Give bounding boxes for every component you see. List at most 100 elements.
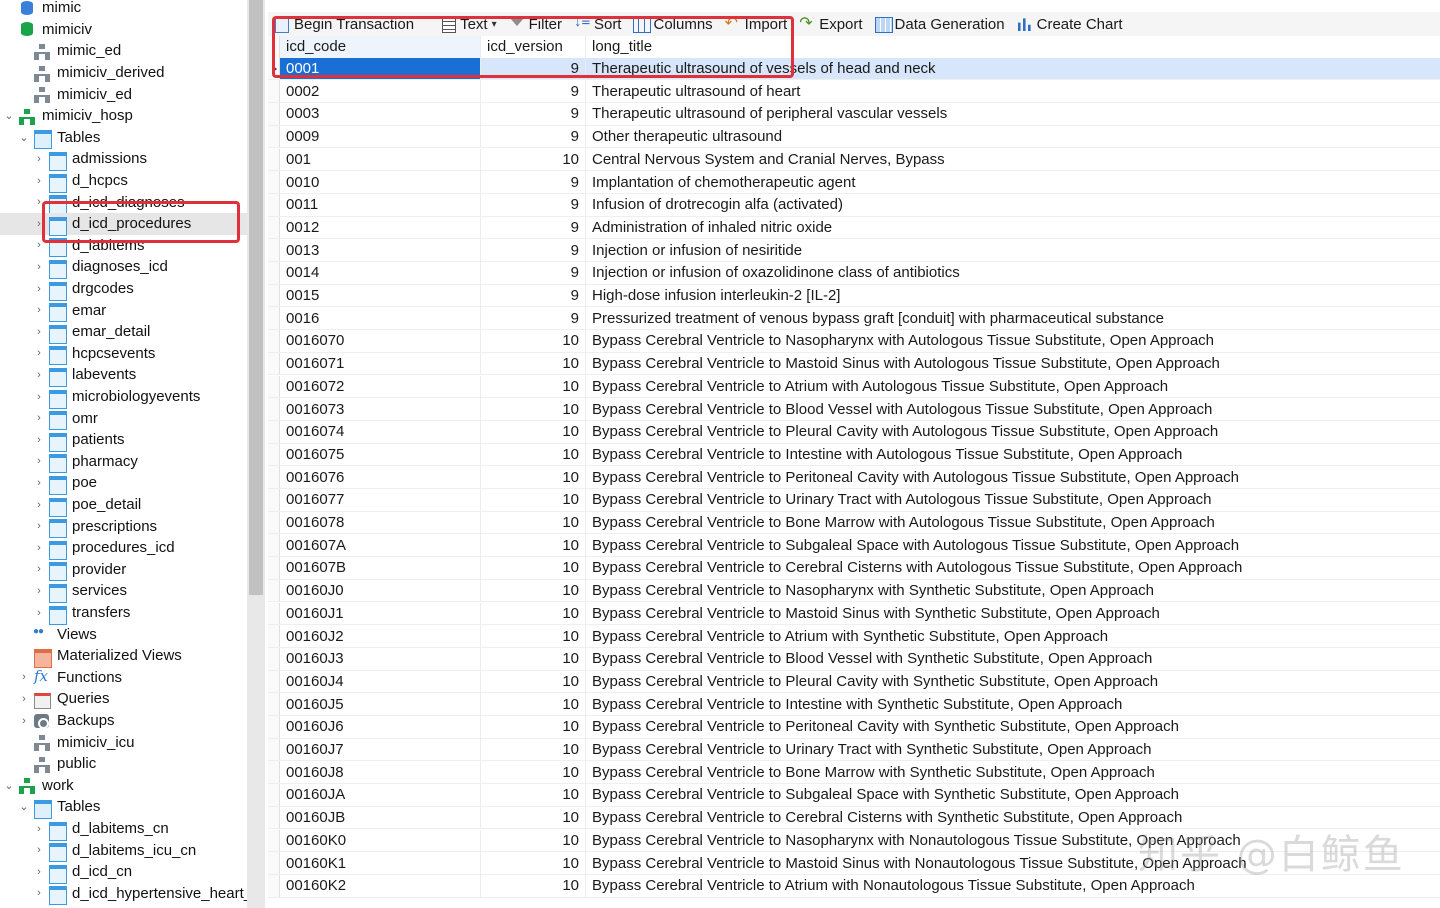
cell-icd-code[interactable]: 0016070 [280, 330, 481, 352]
table-row[interactable]: 00160JA 10 Bypass Cerebral Ventricle to Su… [268, 784, 1440, 807]
cell-icd-code[interactable]: 0014 [280, 262, 481, 284]
sidebar-item-mimiciv-icu[interactable]: mimiciv_icu [0, 731, 247, 753]
table-row[interactable]: 0001 9 Therapeutic ultrasound of vessels o… [268, 57, 1440, 81]
sidebar-item-emar[interactable]: › emar [0, 299, 247, 323]
cell-icd-code[interactable]: 0002 [280, 80, 481, 103]
cell-icd-code[interactable]: 00160J0 [280, 579, 481, 602]
cell-icd-code[interactable]: 0016076 [280, 466, 481, 488]
chevron-right-icon[interactable]: › [32, 519, 46, 533]
cell-icd-code[interactable]: 00160K0 [280, 829, 481, 852]
cell-icd-code[interactable]: 00160J6 [280, 716, 481, 738]
chevron-down-icon[interactable]: ⌄ [17, 130, 31, 144]
cell-icd-version[interactable]: 9 [481, 171, 586, 193]
row-marker[interactable] [268, 579, 280, 602]
columns-button[interactable]: Columns [633, 13, 713, 35]
table-row[interactable]: 0013 9 Injection or infusion of nesiritide [268, 239, 1440, 262]
cell-icd-version[interactable]: 10 [481, 420, 586, 443]
sidebar-item-mimiciv-derived[interactable]: mimiciv_derived [0, 62, 247, 84]
cell-long-title[interactable]: Bypass Cerebral Ventricle to Urinary Tra… [586, 739, 1440, 761]
cell-icd-code[interactable]: 00160J7 [280, 738, 481, 761]
table-row[interactable]: 00160J4 10 Bypass Cerebral Ventricle to Pl… [268, 670, 1440, 694]
sidebar-item-d-icd-procedures[interactable]: › d_icd_procedures [0, 213, 247, 236]
row-marker[interactable] [268, 443, 280, 466]
chevron-right-icon[interactable]: › [32, 195, 46, 209]
cell-icd-version[interactable]: 10 [481, 874, 586, 897]
sidebar-item-d-labitems-icu-cn[interactable]: › d_labitems_icu_cn [0, 839, 247, 863]
table-row[interactable]: 0016071 10 Bypass Cerebral Ventricle to Ma… [268, 352, 1440, 376]
cell-icd-version[interactable]: 9 [481, 284, 586, 307]
row-marker[interactable] [268, 557, 280, 579]
cell-icd-version[interactable]: 9 [481, 307, 586, 330]
chevron-right-icon[interactable]: › [32, 822, 46, 836]
table-row[interactable]: 0012 9 Administration of inhaled nitric ox… [268, 216, 1440, 240]
cell-icd-code[interactable]: 00160J1 [280, 602, 481, 625]
sidebar-scrollbar-thumb[interactable] [249, 0, 263, 595]
cell-icd-code[interactable]: 0012 [280, 216, 481, 239]
cell-long-title[interactable]: Bypass Cerebral Ventricle to Bone Marrow… [586, 512, 1440, 534]
cell-icd-code[interactable]: 0016 [280, 307, 481, 330]
cell-icd-version[interactable]: 9 [481, 57, 586, 80]
cell-long-title[interactable]: Bypass Cerebral Ventricle to Mastoid Sin… [586, 353, 1440, 375]
chevron-down-icon[interactable]: ⌄ [17, 800, 31, 814]
sidebar-item-provider[interactable]: › provider [0, 559, 247, 582]
sidebar-item-d-labitems-cn[interactable]: › d_labitems_cn [0, 818, 247, 841]
row-marker[interactable] [268, 670, 280, 693]
cell-long-title[interactable]: Bypass Cerebral Ventricle to Nasopharynx… [586, 580, 1440, 602]
cell-icd-code[interactable]: 00160J2 [280, 625, 481, 647]
sidebar-item-d-labitems[interactable]: › d_labitems [0, 235, 247, 258]
row-marker[interactable] [268, 216, 280, 239]
row-marker[interactable] [268, 262, 280, 284]
row-marker[interactable] [268, 466, 280, 488]
cell-icd-version[interactable]: 10 [481, 670, 586, 693]
chevron-right-icon[interactable]: › [32, 368, 46, 382]
cell-icd-version[interactable]: 10 [481, 443, 586, 466]
cell-icd-code[interactable]: 0009 [280, 125, 481, 148]
table-row[interactable]: 001607B 10 Bypass Cerebral Ventricle to Ce… [268, 557, 1440, 580]
chevron-right-icon[interactable]: › [17, 692, 31, 706]
chevron-right-icon[interactable]: › [32, 886, 46, 900]
filter-button[interactable]: Filter [509, 13, 562, 35]
chevron-down-icon[interactable]: ⌄ [2, 778, 16, 792]
chevron-right-icon[interactable]: › [32, 390, 46, 404]
cell-icd-version[interactable]: 9 [481, 103, 586, 125]
cell-icd-version[interactable]: 10 [481, 738, 586, 761]
cell-long-title[interactable]: Bypass Cerebral Ventricle to Pleural Cav… [586, 421, 1440, 443]
cell-icd-version[interactable]: 10 [481, 852, 586, 874]
row-marker[interactable] [268, 693, 280, 715]
cell-icd-code[interactable]: 00160K2 [280, 874, 481, 897]
sidebar-item-public[interactable]: public [0, 753, 247, 775]
cell-icd-version[interactable]: 10 [481, 625, 586, 647]
cell-icd-code[interactable]: 0001 [280, 57, 481, 80]
chevron-right-icon[interactable]: › [32, 865, 46, 879]
row-marker[interactable] [268, 239, 280, 261]
sidebar-item-backups[interactable]: › Backups [0, 710, 247, 732]
chevron-right-icon[interactable]: › [32, 433, 46, 447]
sort-button[interactable]: Sort [574, 13, 622, 35]
sidebar-item-mimiciv-ed[interactable]: mimiciv_ed [0, 83, 247, 105]
table-row[interactable]: 0010 9 Implantation of chemotherapeutic ag… [268, 171, 1440, 194]
import-button[interactable]: Import [725, 13, 788, 35]
cell-long-title[interactable]: Implantation of chemotherapeutic agent [586, 171, 1440, 193]
row-marker[interactable] [268, 148, 280, 171]
table-row[interactable]: 001 10 Central Nervous System and Cranial … [268, 148, 1440, 172]
cell-icd-version[interactable]: 10 [481, 693, 586, 715]
table-row[interactable]: 00160J8 10 Bypass Cerebral Ventricle to Bo… [268, 761, 1440, 785]
row-marker[interactable] [268, 489, 280, 511]
cell-long-title[interactable]: Bypass Cerebral Ventricle to Cerebral Ci… [586, 557, 1440, 579]
cell-long-title[interactable]: Bypass Cerebral Ventricle to Peritoneal … [586, 716, 1440, 738]
table-row[interactable]: 0002 9 Therapeutic ultrasound of heart [268, 80, 1440, 104]
cell-long-title[interactable]: Bypass Cerebral Ventricle to Atrium with… [586, 376, 1440, 398]
row-marker[interactable] [268, 352, 280, 375]
chevron-right-icon[interactable]: › [32, 325, 46, 339]
chevron-right-icon[interactable]: › [32, 303, 46, 317]
cell-icd-version[interactable]: 9 [481, 193, 586, 216]
cell-icd-version[interactable]: 10 [481, 761, 586, 784]
cell-long-title[interactable]: Bypass Cerebral Ventricle to Blood Vesse… [586, 648, 1440, 670]
table-row[interactable]: 0009 9 Other therapeutic ultrasound [268, 125, 1440, 149]
column-header-long-title[interactable]: long_title [586, 36, 1440, 58]
cell-icd-code[interactable]: 001607A [280, 534, 481, 557]
sidebar-item-tables[interactable]: ⌄ Tables [0, 796, 247, 819]
cell-long-title[interactable]: Bypass Cerebral Ventricle to Intestine w… [586, 693, 1440, 715]
cell-icd-version[interactable]: 10 [481, 806, 586, 829]
cell-icd-version[interactable]: 10 [481, 352, 586, 375]
